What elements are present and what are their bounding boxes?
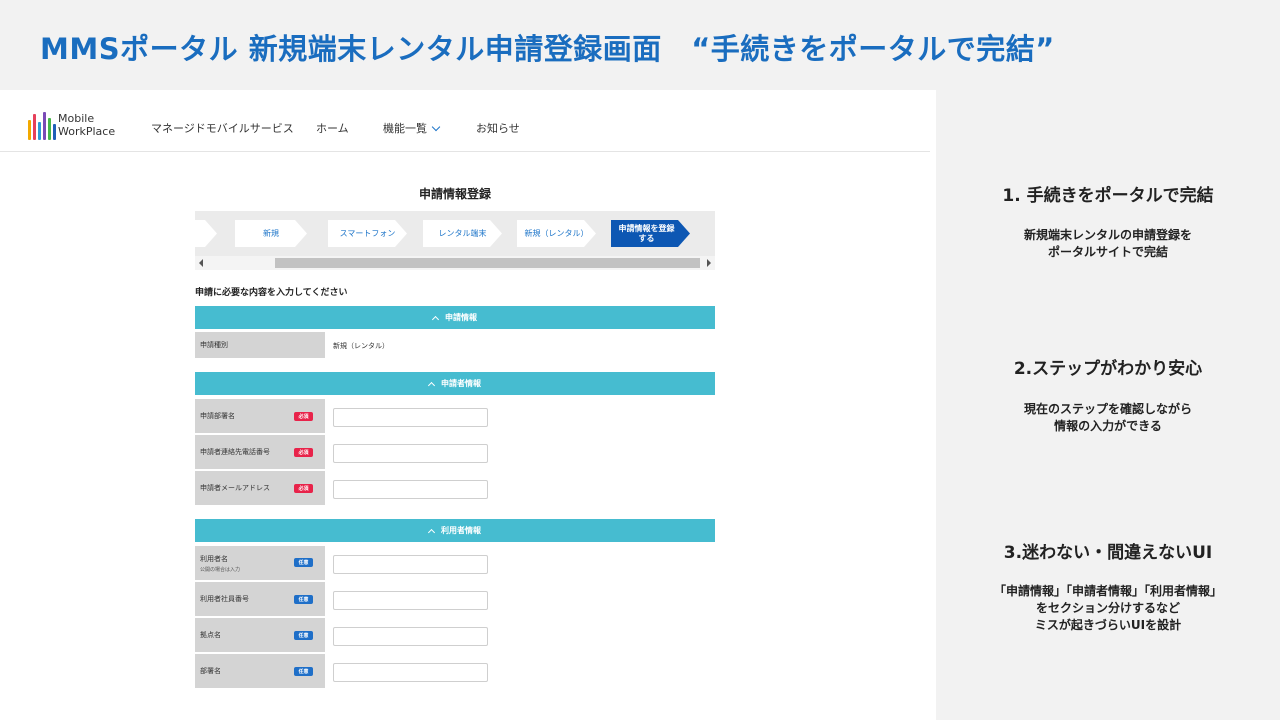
step-4: 新規（レンタル） <box>517 220 596 247</box>
user-employee-number-input[interactable] <box>333 591 488 610</box>
required-badge: 必須 <box>294 412 313 421</box>
scroll-thumb[interactable] <box>275 258 700 268</box>
point-1-line-2: ポータルサイトで完結 <box>1047 245 1168 259</box>
step-1: 新規 <box>235 220 307 247</box>
chevron-down-icon <box>431 122 441 132</box>
step-2: スマートフォン <box>328 220 407 247</box>
step-5-current: 申請情報を登録する <box>611 220 690 247</box>
applicant-phone-input[interactable] <box>333 444 488 463</box>
step-3: レンタル端末 <box>423 220 502 247</box>
point-1-line-1: 新規端末レンタルの申請登録を <box>1023 228 1192 242</box>
point-3-title: 3.迷わない・間違えないUI <box>1003 543 1213 563</box>
label-application-type: 申請種別 <box>195 332 325 358</box>
logo-text: Mobile WorkPlace <box>58 112 115 138</box>
chevron-up-icon <box>427 381 436 390</box>
required-badge: 必須 <box>294 448 313 457</box>
user-name-input[interactable] <box>333 555 488 574</box>
slide-title: MMSポータル 新規端末レンタル申請登録画面 “手続きをポータルで完結” <box>40 32 1055 66</box>
point-3-line-3: ミスが起きづらいUIを設計 <box>1034 618 1182 632</box>
point-1-title: 1. 手続きをポータルで完結 <box>1002 186 1214 206</box>
portal-screenshot: Mobile WorkPlace マネージドモバイルサービス ホーム 機能一覧 … <box>0 90 936 720</box>
section-applicant-title: 申請者情報 <box>441 379 481 388</box>
required-badge: 必須 <box>294 484 313 493</box>
optional-badge: 任意 <box>294 667 313 676</box>
section-application-title: 申請情報 <box>445 313 477 322</box>
point-2-description: 現在のステップを確認しながら 情報の入力ができる <box>936 401 1280 435</box>
logo-line-2: WorkPlace <box>58 125 116 138</box>
scroll-right-icon[interactable] <box>707 259 711 267</box>
point-3-description: 「申請情報」「申請者情報」「利用者情報」 をセクション分けするなど ミスが起きづ… <box>936 583 1280 634</box>
scroll-left-icon[interactable] <box>199 259 203 267</box>
point-1-description: 新規端末レンタルの申請登録を ポータルサイトで完結 <box>936 227 1280 261</box>
logo-line-1: Mobile <box>58 112 95 125</box>
point-2-line-1: 現在のステップを確認しながら <box>1023 402 1192 416</box>
optional-badge: 任意 <box>294 558 313 567</box>
department-input[interactable] <box>333 663 488 682</box>
location-input[interactable] <box>333 627 488 646</box>
nav-features[interactable]: 機能一覧 <box>383 120 441 136</box>
optional-badge: 任意 <box>294 631 313 640</box>
section-application-info[interactable]: 申請情報 <box>195 306 715 329</box>
nav-managed-mobile-service[interactable]: マネージドモバイルサービス <box>151 120 294 136</box>
section-user-info[interactable]: 利用者情報 <box>195 519 715 542</box>
nav-home[interactable]: ホーム <box>316 120 349 136</box>
applicant-email-input[interactable] <box>333 480 488 499</box>
form-instruction: 申請に必要な内容を入力してください <box>195 288 348 298</box>
optional-badge: 任意 <box>294 595 313 604</box>
nav-features-label: 機能一覧 <box>383 122 427 135</box>
mobile-workplace-logo-icon[interactable] <box>28 110 56 140</box>
step-previous-stub <box>195 220 217 247</box>
section-applicant-info[interactable]: 申請者情報 <box>195 372 715 395</box>
point-3-line-1: 「申請情報」「申請者情報」「利用者情報」 <box>993 584 1222 598</box>
value-application-type: 新規（レンタル） <box>333 342 389 350</box>
form-title: 申請情報登録 <box>418 187 491 201</box>
nav-news[interactable]: お知らせ <box>476 120 520 136</box>
chevron-up-icon <box>431 315 440 324</box>
applicant-department-input[interactable] <box>333 408 488 427</box>
point-2-title: 2.ステップがわかり安心 <box>1013 359 1203 379</box>
section-user-title: 利用者情報 <box>441 526 481 535</box>
point-3-line-2: をセクション分けするなど <box>1035 601 1180 615</box>
step-indicator: 新規 スマートフォン レンタル端末 新規（レンタル） 申請情報を登録する <box>195 211 715 270</box>
chevron-up-icon <box>427 528 436 537</box>
point-2-line-2: 情報の入力ができる <box>1054 419 1162 433</box>
horizontal-scrollbar[interactable] <box>195 256 715 270</box>
portal-header: Mobile WorkPlace マネージドモバイルサービス ホーム 機能一覧 … <box>0 90 930 152</box>
